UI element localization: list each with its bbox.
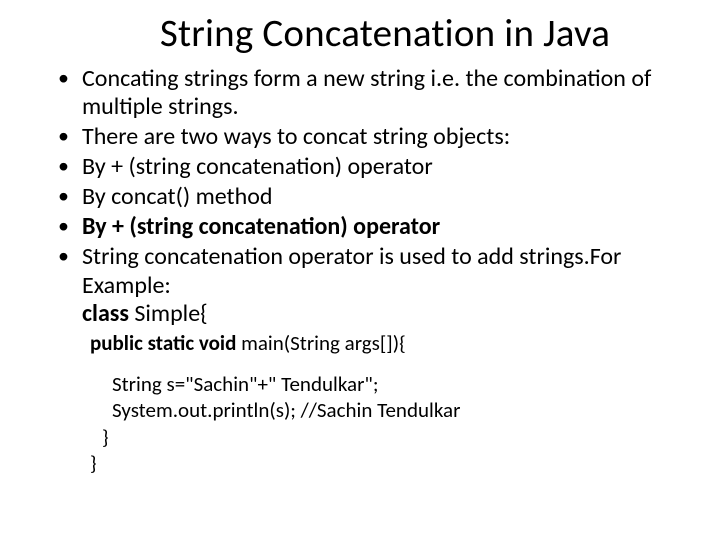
list-item: Concating strings form a new string i.e.… [58,65,680,121]
code-keyword: public static void [90,330,236,356]
class-name: Simple{ [129,299,208,328]
code-line: String s="Sachin"+" Tendulkar"; [90,371,680,397]
page-title: String Concatenation in Java [90,10,680,57]
code-line: } [90,424,680,450]
bullet-list: Concating strings form a new string i.e.… [40,65,680,328]
code-block: public static void main(String args[]){ … [40,330,680,476]
bold-text: By + (string concatenation) operator [82,212,440,241]
list-item: By + (string concatenation) operator [58,213,680,241]
slide: String Concatenation in Java Concating s… [0,0,720,540]
list-item: By + (string concatenation) operator [58,153,680,181]
class-keyword: class [82,299,129,328]
code-line: public static void main(String args[]){ [90,330,680,357]
list-item: By concat() method [58,183,680,211]
bullet-text: String concatenation operator is used to… [82,242,621,299]
list-item: String concatenation operator is used to… [58,243,680,327]
code-line: System.out.println(s); //Sachin Tendulka… [90,397,680,423]
list-item: There are two ways to concat string obje… [58,123,680,151]
code-line: } [90,450,680,476]
code-text: main(String args[]){ [236,330,405,356]
